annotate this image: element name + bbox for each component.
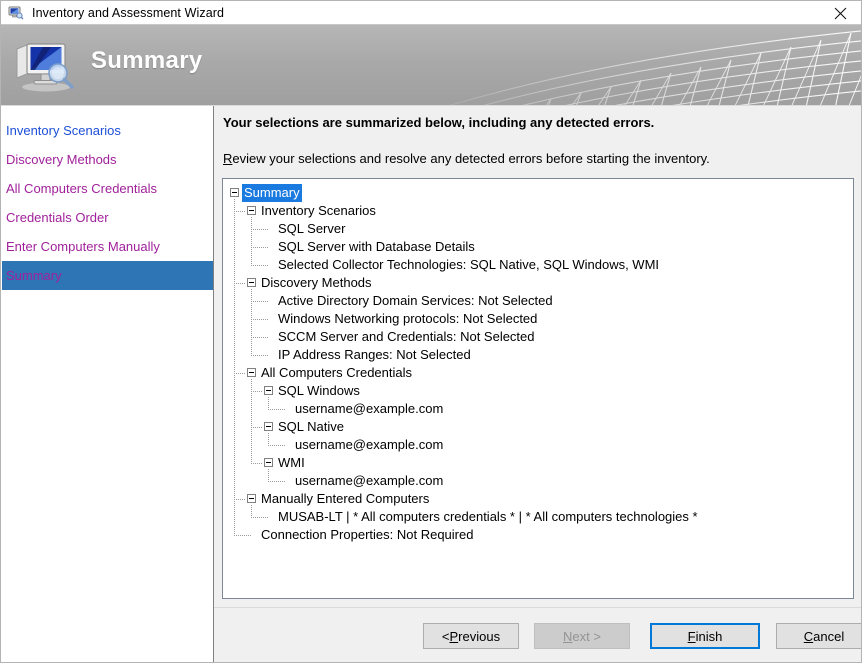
sidebar-item-credentials-order[interactable]: Credentials Order [2, 203, 213, 232]
computer-icon [8, 5, 24, 21]
sidebar-item-label: Discovery Methods [6, 152, 117, 167]
tree-node-label: Manually Entered Computers [261, 491, 430, 506]
sidebar-item-label: All Computers Credentials [6, 181, 158, 196]
wizard-banner: Summary [1, 25, 861, 106]
button-label-suffix: ext > [572, 628, 601, 644]
cancel-button[interactable]: Cancel [776, 623, 861, 649]
tree-node-label: IP Address Ranges: Not Selected [278, 347, 471, 362]
button-accel-char: N [563, 628, 573, 644]
tree-collapse-icon[interactable] [247, 278, 256, 287]
button-label-suffix: inish [695, 628, 723, 644]
wizard-button-bar: < Previous Next > Finish Cancel [214, 608, 861, 662]
tree-collapse-icon[interactable] [264, 386, 273, 395]
tree-node[interactable]: SQL Native [223, 418, 853, 436]
title-bar: Inventory and Assessment Wizard [1, 1, 861, 25]
subline-rest: eview your selections and resolve any de… [232, 151, 710, 166]
tree-collapse-icon[interactable] [247, 494, 256, 503]
tree-node-label: SQL Server with Database Details [278, 239, 475, 254]
banner-mesh-decoration [421, 26, 861, 106]
tree-collapse-icon[interactable] [230, 188, 239, 197]
sidebar-item-label: Enter Computers Manually [6, 239, 160, 254]
tree-node-label: username@example.com [295, 401, 444, 416]
window-title: Inventory and Assessment Wizard [32, 6, 225, 20]
tree-collapse-icon[interactable] [247, 206, 256, 215]
tree-collapse-icon[interactable] [247, 368, 256, 377]
button-label-suffix: revious [458, 628, 501, 644]
tree-node[interactable]: SQL Windows [223, 382, 853, 400]
button-accel-char: F [687, 628, 696, 644]
tree-node-label: Windows Networking protocols: Not Select… [278, 311, 538, 326]
close-icon[interactable] [817, 2, 861, 25]
content-subline: Review your selections and resolve any d… [223, 151, 710, 166]
button-accel-char: C [803, 628, 814, 644]
content-headline: Your selections are summarized below, in… [223, 115, 655, 130]
tree-node[interactable]: All Computers Credentials [223, 364, 853, 382]
tree-node[interactable]: Selected Collector Technologies: SQL Nat… [223, 256, 853, 274]
content-panel: Your selections are summarized below, in… [214, 106, 861, 662]
sidebar-item-discovery-methods[interactable]: Discovery Methods [2, 145, 213, 174]
wizard-window: Inventory and Assessment Wizard Summary … [0, 0, 862, 663]
tree-node[interactable]: Windows Networking protocols: Not Select… [223, 310, 853, 328]
tree-node[interactable]: IP Address Ranges: Not Selected [223, 346, 853, 364]
tree-node[interactable]: Summary [223, 184, 853, 202]
next-button: Next > [534, 623, 630, 649]
sidebar-item-all-computers-credentials[interactable]: All Computers Credentials [2, 174, 213, 203]
computer-magnifier-icon [13, 37, 77, 93]
tree-node[interactable]: username@example.com [223, 472, 853, 490]
tree-node-label: Connection Properties: Not Required [261, 527, 474, 542]
tree-node-label: SQL Server [278, 221, 346, 236]
tree-node-label: MUSAB-LT | * All computers credentials *… [278, 509, 698, 524]
sidebar-item-label: Summary [6, 268, 62, 283]
tree-collapse-icon[interactable] [264, 422, 273, 431]
tree-node[interactable]: MUSAB-LT | * All computers credentials *… [223, 508, 853, 526]
tree-node-label: Selected Collector Technologies: SQL Nat… [278, 257, 660, 272]
tree-node[interactable]: username@example.com [223, 436, 853, 454]
tree-node-label: WMI [278, 455, 305, 470]
tree-node[interactable]: Inventory Scenarios [223, 202, 853, 220]
tree-node[interactable]: SQL Server [223, 220, 853, 238]
sidebar-item-inventory-scenarios[interactable]: Inventory Scenarios [2, 116, 213, 145]
tree-node-label: SQL Native [278, 419, 344, 434]
tree-node-label: Active Directory Domain Services: Not Se… [278, 293, 553, 308]
summary-tree[interactable]: Summary Inventory Scenarios SQL Server SQL … [222, 178, 854, 599]
button-label-suffix: ancel [813, 628, 845, 644]
tree-node[interactable]: WMI [223, 454, 853, 472]
tree-node[interactable]: username@example.com [223, 400, 853, 418]
finish-button[interactable]: Finish [650, 623, 760, 649]
sidebar-item-label: Inventory Scenarios [6, 123, 121, 138]
tree-node[interactable]: Connection Properties: Not Required [223, 526, 853, 544]
tree-node-label: username@example.com [295, 437, 444, 452]
tree-node-label: Inventory Scenarios [261, 203, 376, 218]
page-title: Summary [91, 47, 203, 74]
button-label-prefix: < [441, 628, 450, 644]
subline-accel-char: R [223, 151, 233, 166]
wizard-step-sidebar: Inventory Scenarios Discovery Methods All … [2, 106, 213, 662]
tree-node[interactable]: Manually Entered Computers [223, 490, 853, 508]
tree-node[interactable]: Active Directory Domain Services: Not Se… [223, 292, 853, 310]
button-accel-char: P [449, 628, 459, 644]
tree-node-label: SCCM Server and Credentials: Not Selecte… [278, 329, 535, 344]
tree-node-label: All Computers Credentials [261, 365, 413, 380]
tree-node-label: SQL Windows [278, 383, 360, 398]
sidebar-item-summary[interactable]: Summary [2, 261, 213, 290]
tree-node[interactable]: SCCM Server and Credentials: Not Selecte… [223, 328, 853, 346]
tree-node-label: Discovery Methods [261, 275, 372, 290]
sidebar-item-label: Credentials Order [6, 210, 109, 225]
tree-node-label: username@example.com [295, 473, 444, 488]
sidebar-item-enter-computers-manually[interactable]: Enter Computers Manually [2, 232, 213, 261]
tree-node[interactable]: Discovery Methods [223, 274, 853, 292]
tree-node-label: Summary [242, 184, 302, 202]
tree-node[interactable]: SQL Server with Database Details [223, 238, 853, 256]
previous-button[interactable]: < Previous [423, 623, 519, 649]
tree-collapse-icon[interactable] [264, 458, 273, 467]
